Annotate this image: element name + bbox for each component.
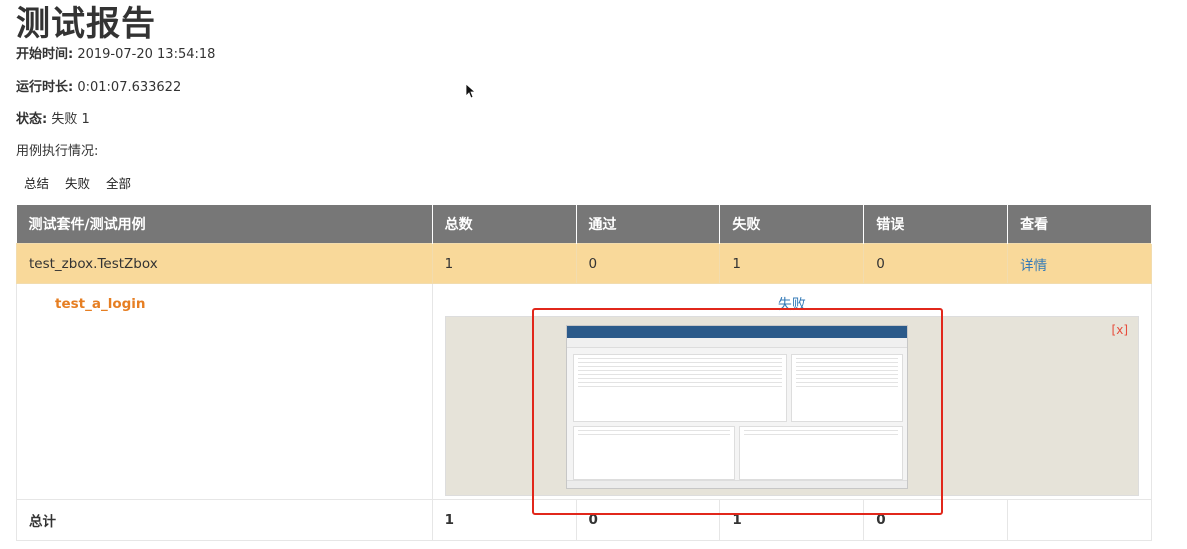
total-error: 0 bbox=[863, 499, 1009, 541]
suite-error: 0 bbox=[863, 243, 1009, 284]
screenshot-panel-left-bottom bbox=[572, 426, 735, 480]
duration: 运行时长: 0:01:07.633622 bbox=[16, 76, 181, 95]
total-total: 1 bbox=[431, 499, 577, 541]
col-pass: 通过 bbox=[576, 205, 721, 244]
screenshot-panel-right-top bbox=[790, 354, 903, 422]
suite-pass: 0 bbox=[575, 243, 721, 284]
total-row: 总计 1 0 1 0 bbox=[16, 499, 1152, 541]
screenshot-panel-right-bottom bbox=[738, 426, 903, 480]
start-time-value: 2019-07-20 13:54:18 bbox=[77, 47, 216, 62]
details-link[interactable]: 详情 bbox=[1020, 258, 1047, 274]
col-error: 错误 bbox=[863, 205, 1009, 244]
status: 状态: 失败 1 bbox=[16, 108, 90, 127]
total-label: 总计 bbox=[16, 499, 433, 541]
filter-failed[interactable]: 失败 bbox=[65, 176, 90, 191]
col-view: 查看 bbox=[1007, 205, 1152, 244]
filter-bar: 总结 失败 全部 bbox=[24, 173, 143, 192]
start-time-label: 开始时间: bbox=[16, 47, 74, 62]
filter-summary[interactable]: 总结 bbox=[24, 176, 49, 191]
screenshot-nav bbox=[566, 338, 907, 348]
suite-total: 1 bbox=[431, 243, 577, 284]
status-value: 失败 1 bbox=[51, 112, 90, 127]
page-title: 测试报告 bbox=[16, 4, 156, 44]
duration-label: 运行时长: bbox=[16, 80, 74, 95]
status-label: 状态: bbox=[16, 112, 48, 127]
total-view bbox=[1007, 499, 1152, 541]
results-table: 测试套件/测试用例 总数 通过 失败 错误 查看 test_zbox.TestZ… bbox=[16, 205, 1153, 541]
failure-screenshot-image bbox=[565, 325, 908, 489]
case-name: test_a_login bbox=[55, 296, 146, 312]
suite-row: test_zbox.TestZbox 1 0 1 0 详情 bbox=[16, 243, 1152, 284]
total-fail: 1 bbox=[719, 499, 865, 541]
screenshot-panel-left-top bbox=[572, 354, 787, 422]
col-fail: 失败 bbox=[719, 205, 865, 244]
screenshot-header bbox=[566, 326, 907, 338]
filter-all[interactable]: 全部 bbox=[106, 176, 131, 191]
suite-name: test_zbox.TestZbox bbox=[16, 243, 433, 284]
case-detail-cell: 失败 [x] bbox=[431, 283, 1153, 500]
total-pass: 0 bbox=[575, 499, 721, 541]
suite-fail: 1 bbox=[719, 243, 865, 284]
mouse-cursor-icon bbox=[465, 83, 477, 99]
case-row: test_a_login 失败 [x] bbox=[16, 283, 1153, 500]
close-screenshot-button[interactable]: [x] bbox=[1112, 323, 1128, 337]
fail-result-link[interactable]: 失败 bbox=[445, 294, 1139, 314]
case-name-cell: test_a_login bbox=[16, 283, 433, 500]
col-suite-case: 测试套件/测试用例 bbox=[16, 205, 433, 244]
case-exec-label: 用例执行情况: bbox=[16, 144, 99, 159]
col-total: 总数 bbox=[432, 205, 577, 244]
screenshot-footer bbox=[566, 480, 907, 488]
table-header-row: 测试套件/测试用例 总数 通过 失败 错误 查看 bbox=[16, 205, 1152, 244]
duration-value: 0:01:07.633622 bbox=[77, 80, 182, 95]
screenshot-panel: [x] bbox=[444, 316, 1139, 496]
suite-view-cell: 详情 bbox=[1007, 243, 1152, 284]
start-time: 开始时间: 2019-07-20 13:54:18 bbox=[16, 43, 215, 62]
